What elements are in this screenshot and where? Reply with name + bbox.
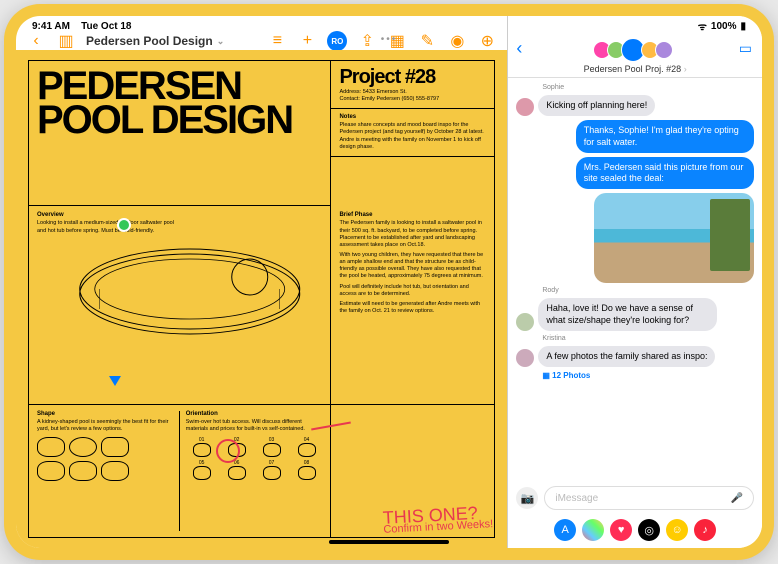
status-right: ᯤ 100% ▮ [698,19,746,33]
orient-body: Swim-over hot tub access. Will discuss d… [186,419,323,433]
orientation-grid: 01 02 03 04 05 06 07 08 [186,437,323,480]
message-input-bar: 📷 iMessage 🎤 [516,484,754,512]
group-avatars[interactable] [597,38,673,62]
imessage-app-tray: A ♥ ◎ ☺ ♪ [508,516,762,548]
message-bubble[interactable]: Mrs. Pedersen said this picture from our… [576,157,754,190]
overview-body: Looking to install a medium-sized outdoo… [37,220,180,234]
shape-block: Shape A kidney-shaped pool is seemingly … [37,411,180,531]
photos-link[interactable]: 12 Photos [542,371,754,380]
notes-block: Notes Please share concepts and mood boa… [331,109,494,157]
wifi-icon: ᯤ [698,19,707,33]
battery-icon: ▮ [740,21,746,32]
pages-app-pane: ‹ ▥ Pedersen Pool Design ⌄ ≡ + RO ⇪ ▦ ✎ … [16,16,508,548]
message-bubble[interactable]: A few photos the family shared as inspo: [538,346,715,367]
stickers-icon[interactable]: ♥ [610,519,632,541]
document-title[interactable]: Pedersen Pool Design ⌄ [86,34,224,48]
contact-text: Contact: Emily Pedersen (650) 555-8797 [339,96,486,103]
activity-icon[interactable]: ◎ [638,519,660,541]
message-row: Thanks, Sophie! I'm glad they're opting … [516,120,754,153]
sender-name: Rody [542,287,754,294]
document-canvas[interactable]: PEDERSEN POOL DESIGN Project #28 Address… [16,50,507,548]
home-indicator[interactable] [329,540,449,544]
time-label: 9:41 AM [32,21,70,32]
ipad-device: 9:41 AM Tue Oct 18 ᯤ 100% ▮ ••• ‹ ▥ Pede… [4,4,774,560]
project-number: Project #28 [339,66,486,89]
right-column: Project #28 Address: 5433 Emerson St. Co… [331,61,494,206]
photos-app-icon[interactable] [582,519,604,541]
sender-name: Sophie [542,84,754,91]
message-list[interactable]: Sophie Kicking off planning here! Thanks… [508,78,762,480]
status-bar: 9:41 AM Tue Oct 18 ᯤ 100% ▮ [16,16,762,36]
brief-p4: Estimate will need to be generated after… [339,301,486,315]
message-row: Kicking off planning here! [516,95,754,116]
avatar [516,98,534,116]
avatar [516,349,534,367]
shape-option [101,437,129,457]
back-button[interactable]: ‹ [516,38,522,59]
avatar [655,41,673,59]
shape-options-2 [37,461,173,481]
shape-orientation-row: Shape A kidney-shaped pool is seemingly … [29,405,331,537]
screen: 9:41 AM Tue Oct 18 ᯤ 100% ▮ ••• ‹ ▥ Pede… [16,16,762,548]
shape-option [69,461,97,481]
overview-heading: Overview [37,212,322,218]
mic-icon[interactable]: 🎤 [731,493,743,504]
overview-block: Overview Looking to install a medium-siz… [29,206,331,405]
doc-title-text: Pedersen Pool Design [86,34,213,48]
sender-name: Kristina [542,335,754,342]
address-text: Address: 5433 Emerson St. [339,89,486,96]
chevron-down-icon: ⌄ [217,36,225,47]
message-input[interactable]: iMessage 🎤 [544,486,754,510]
brief-p1: The Pedersen family is looking to instal… [339,220,486,249]
title-block: PEDERSEN POOL DESIGN [29,61,331,206]
project-block: Project #28 Address: 5433 Emerson St. Co… [331,61,494,109]
message-bubble[interactable]: Kicking off planning here! [538,95,655,116]
photo-attachment[interactable] [594,193,754,283]
message-bubble[interactable]: Haha, love it! Do we have a sense of wha… [538,298,716,331]
orient-heading: Orientation [186,411,323,417]
shape-option [101,461,129,481]
doc-grid: PEDERSEN POOL DESIGN Project #28 Address… [28,60,495,538]
brief-block: Brief Phase The Pedersen family is looki… [331,206,494,405]
facetime-icon[interactable]: ▭ [739,40,752,57]
pool-sketch [37,239,322,349]
collaborator-cursor-2 [109,376,121,386]
battery-label: 100% [711,21,737,32]
camera-icon[interactable]: 📷 [516,487,538,509]
message-row: A few photos the family shared as inspo: [516,346,754,367]
brief-p3: Pool will definitely include hot tub, bu… [339,284,486,298]
shape-option [69,437,97,457]
brief-p2: With two young children, they have reque… [339,252,486,281]
shape-option [37,461,65,481]
shape-option [37,437,65,457]
message-row: Haha, love it! Do we have a sense of wha… [516,298,754,331]
status-time: 9:41 AM Tue Oct 18 [32,21,132,32]
shape-heading: Shape [37,411,173,417]
message-row: Mrs. Pedersen said this picture from our… [516,157,754,190]
shape-body: A kidney-shaped pool is seemingly the be… [37,419,173,433]
notes-heading: Notes [339,114,486,120]
handwriting-block: THIS ONE? Confirm in two Weeks! [331,405,494,537]
shape-options [37,437,173,457]
annotation-circle [216,439,240,463]
music-icon[interactable]: ♪ [694,519,716,541]
handwritten-note: THIS ONE? Confirm in two Weeks! [382,504,493,536]
orientation-block: Orientation Swim-over hot tub access. Wi… [180,411,323,531]
avatar [516,313,534,331]
store-icon[interactable]: A [554,519,576,541]
thread-title[interactable]: Pedersen Pool Proj. #28 › [584,64,687,74]
notes-body: Please share concepts and mood board ins… [339,122,486,151]
message-bubble[interactable]: Thanks, Sophie! I'm glad they're opting … [576,120,754,153]
messages-app-pane: ‹ ▭ Pedersen Pool Proj. #28 › Sophie Kic… [508,16,762,548]
doc-heading: PEDERSEN POOL DESIGN [37,69,322,137]
brief-heading: Brief Phase [339,212,486,218]
date-label: Tue Oct 18 [81,21,131,32]
memoji-icon[interactable]: ☺ [666,519,688,541]
input-placeholder: iMessage [555,493,598,504]
